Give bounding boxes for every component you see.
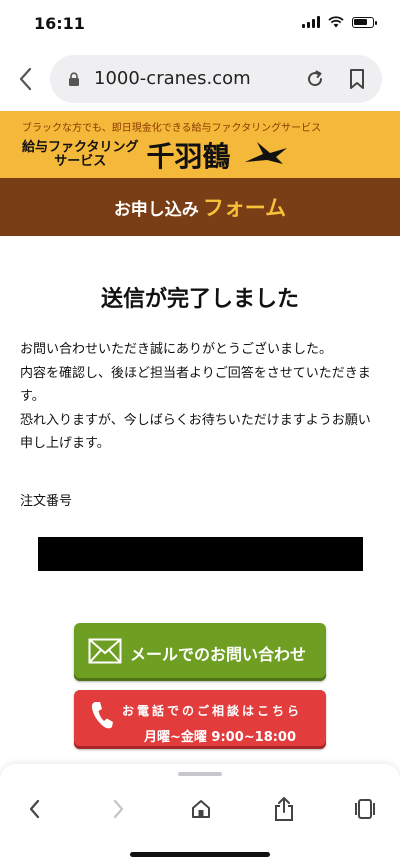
order-number-label: 注文番号 — [20, 494, 73, 509]
phone-button-label: お電話でのご相談はこちら — [122, 704, 303, 718]
tabs-button[interactable] — [350, 794, 380, 824]
status-bar: 16:11 — [0, 0, 400, 48]
back-button[interactable] — [20, 794, 50, 824]
cellular-signal-icon — [302, 16, 320, 28]
share-icon — [275, 797, 293, 821]
page-title: 送信が完了しました — [100, 287, 299, 312]
home-indicator — [130, 852, 270, 857]
completion-message: お問い合わせいただき誠にありがとうございました。 内容を確認し、後ほど担当者より… — [20, 338, 382, 456]
phone-hours: 月曜~金曜 9:00~18:00 — [144, 730, 297, 745]
home-icon — [192, 800, 210, 818]
mail-button-label: メールでのお問い合わせ — [130, 645, 307, 664]
address-bar[interactable]: 1000-cranes.com — [50, 55, 382, 103]
banner-prefix: お申し込み — [113, 199, 199, 220]
phone-contact-button[interactable]: お電話でのご相談はこちら 月曜~金曜 9:00~18:00 — [74, 690, 326, 749]
lock-icon — [69, 72, 79, 86]
tabs-icon — [355, 799, 375, 819]
banner-accent: フォーム — [202, 196, 287, 220]
chevron-left-icon — [29, 799, 40, 819]
toolbar-grabber[interactable] — [178, 772, 222, 776]
site-tagline: ブラックな方でも、即日現金化できる給与ファクタリングサービス — [22, 123, 322, 134]
message-line: 恐れ入りますが、今しばらくお待ちいただけますようお願い申し上げます。 — [20, 412, 371, 452]
envelope-icon — [88, 638, 122, 664]
mail-contact-button[interactable]: メールでのお問い合わせ — [74, 623, 326, 681]
reload-icon[interactable] — [304, 68, 326, 90]
browser-toolbar — [0, 764, 400, 866]
chevron-right-icon — [113, 799, 124, 819]
order-number-redacted — [38, 537, 363, 571]
bookmark-icon[interactable] — [348, 67, 366, 91]
status-time: 16:11 — [34, 14, 85, 33]
battery-icon — [352, 16, 377, 28]
wifi-icon — [328, 16, 344, 28]
paper-crane-icon — [244, 142, 287, 164]
form-banner: お申し込み フォーム — [0, 178, 400, 236]
url-text: 1000-cranes.com — [94, 68, 251, 89]
site-header: ブラックな方でも、即日現金化できる給与ファクタリングサービス 給与ファクタリング… — [0, 111, 400, 178]
site-logo[interactable]: 給与ファクタリング サービス 千羽鶴 — [22, 135, 289, 175]
brand-name: 千羽鶴 — [146, 140, 231, 173]
status-icons — [302, 16, 377, 28]
home-button[interactable] — [186, 794, 216, 824]
share-button[interactable] — [269, 794, 299, 824]
message-line: お問い合わせいただき誠にありがとうございました。 — [20, 342, 333, 357]
browser-back-icon[interactable] — [14, 64, 40, 94]
forward-button[interactable] — [103, 794, 133, 824]
phone-icon — [91, 702, 113, 729]
message-line: 内容を確認し、後ほど担当者よりご回答をさせていただきます。 — [20, 365, 371, 405]
brand-subtitle: 給与ファクタリング サービス — [22, 140, 139, 169]
